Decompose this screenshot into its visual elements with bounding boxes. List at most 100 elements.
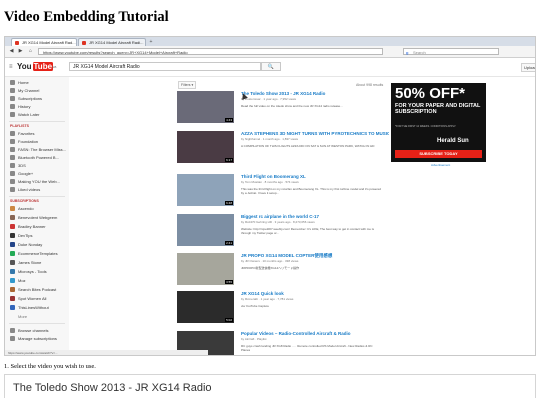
sidebar-playlist-item[interactable]: Google+ xyxy=(10,170,33,178)
manage-subscriptions-link[interactable]: Manage subscriptions xyxy=(10,335,57,343)
youtube-search-input[interactable]: JR XG14 Model Aircraft Radio xyxy=(69,62,261,71)
sidebar-subscription-item[interactable]: Search Bites Podcast xyxy=(10,286,56,294)
video-duration: 5:02 xyxy=(225,318,233,322)
video-title-link[interactable]: Biggest rc airplane in the world C-17 xyxy=(241,214,389,219)
video-description: JRPROPO新型送信機XG14ヘリモード操作 xyxy=(241,266,300,270)
browser-tab-2[interactable]: JR XG14 Model Aircraft Radi... xyxy=(78,38,146,46)
sidebar-subscription-item[interactable]: Microsys - Tools xyxy=(10,268,47,276)
sidebar-divider xyxy=(9,121,65,122)
back-button[interactable]: ◀ xyxy=(8,48,15,55)
new-tab-button[interactable]: + xyxy=(147,39,155,45)
video-thumbnail[interactable]: 2:41 xyxy=(177,214,234,246)
video-title-link[interactable]: AZZA STEPHENS 3D NIGHT TURNS WITH PYROTE… xyxy=(241,131,389,136)
sidebar-item-my-channel[interactable]: My Channel xyxy=(10,87,39,95)
search-result-item[interactable]: 5:02 JR XG14 Quick look by Rcmeratb · 1 ye… xyxy=(177,291,389,327)
sidebar-item-subscriptions[interactable]: Subscriptions xyxy=(10,95,42,103)
youtube-favicon-icon xyxy=(15,40,19,45)
video-description: via YouTube Capture xyxy=(241,304,269,308)
video-thumbnail[interactable]: 6:17 xyxy=(177,131,234,163)
channel-avatar-icon xyxy=(10,215,15,220)
history-icon xyxy=(10,104,15,109)
sidebar-subscription-item[interactable]: Ascendo xyxy=(10,205,34,213)
upload-button[interactable]: Upload xyxy=(521,63,535,72)
video-title-link[interactable]: Third Flight on Boomerang XL xyxy=(241,174,389,179)
advertisement-banner[interactable]: 50% OFF* FOR YOUR PAPER AND DIGITAL SUBS… xyxy=(391,83,486,162)
playlist-icon xyxy=(10,187,15,192)
video-description: Website: http://rcpet007.weebly.com/ Rem… xyxy=(241,227,374,235)
sidebar-playlist-item[interactable]: Foundation xyxy=(10,138,38,146)
browser-search-box[interactable]: g Search xyxy=(403,47,499,55)
video-description: Read the full video on the toledo show a… xyxy=(241,104,343,108)
channel-avatar-icon xyxy=(10,278,15,283)
sidebar-subscription-item[interactable]: Benevolent Webgeem xyxy=(10,214,57,222)
forward-button[interactable]: ▶ xyxy=(17,48,24,55)
sidebar-subscription-item[interactable]: Spot Women All xyxy=(10,295,46,303)
sidebar-item-home[interactable]: Home xyxy=(10,79,29,87)
sidebar-subscription-item[interactable]: DevTips xyxy=(10,232,33,240)
spacer-icon xyxy=(10,314,15,319)
video-thumbnail[interactable]: 3:55 xyxy=(177,253,234,285)
sidebar-subscription-item[interactable]: James Stone xyxy=(10,259,41,267)
ad-subscribe-button[interactable]: SUBSCRIBE TODAY xyxy=(395,150,482,158)
video-title-link[interactable]: The Toledo Show 2013 - JR XG14 Radio xyxy=(241,91,389,96)
subscriptions-heading: SUBSCRIPTIONS xyxy=(10,199,39,203)
sidebar-playlist-item[interactable]: Liked videos xyxy=(10,186,40,194)
sidebar-subscription-item[interactable]: EcommerceTemplates xyxy=(10,250,58,258)
sidebar-divider xyxy=(9,323,65,324)
playlist-icon xyxy=(10,163,15,168)
ad-headline: 50% OFF* xyxy=(395,85,466,102)
video-title-link[interactable]: Popular Videos – Radio-Controlled Aircra… xyxy=(241,331,389,336)
embedded-video-title[interactable]: The Toledo Show 2013 - JR XG14 Radio xyxy=(13,382,212,394)
video-duration: 2:41 xyxy=(225,241,233,245)
filters-button[interactable]: Filters ▾ xyxy=(178,81,197,89)
country-code: GB xyxy=(52,65,57,69)
step-caption: 1. Select the video you wish to use. xyxy=(4,363,96,370)
video-thumbnail[interactable]: 5:02 xyxy=(177,291,234,323)
sidebar-more-link[interactable]: More xyxy=(10,313,27,321)
search-result-item[interactable]: Popular Videos – Radio-Controlled Aircra… xyxy=(177,331,389,355)
video-meta: by Aircraft · Playlist xyxy=(241,337,267,341)
search-result-item[interactable]: 6:17 AZZA STEPHENS 3D NIGHT TURNS WITH PY… xyxy=(177,131,389,167)
guide-menu-icon[interactable]: ≡ xyxy=(9,64,13,70)
youtube-logo[interactable]: You Tube xyxy=(17,62,54,71)
video-thumbnail[interactable]: 4:43 xyxy=(177,91,234,123)
sidebar-playlist-item[interactable]: Favorites xyxy=(10,130,34,138)
channel-avatar-icon xyxy=(10,233,15,238)
home-button[interactable]: ⌂ xyxy=(27,48,34,55)
sidebar-subscription-item[interactable]: Bradley Banner xyxy=(10,223,46,231)
sidebar-playlist-item[interactable]: FASN: The Browser Miss... xyxy=(10,146,66,154)
ad-subheadline: FOR YOUR PAPER AND DIGITAL SUBSCRIPTION xyxy=(395,103,481,115)
playlist-icon xyxy=(10,131,15,136)
search-result-item[interactable]: 4:43 The Toledo Show 2013 - JR XG14 Radio… xyxy=(177,91,389,127)
playlist-icon xyxy=(10,139,15,144)
sidebar-item-watch-later[interactable]: Watch Later xyxy=(10,111,39,119)
page-title: Video Embedding Tutorial xyxy=(4,9,169,25)
manage-subscriptions-icon xyxy=(10,336,15,341)
channel-avatar-icon xyxy=(10,296,15,301)
playlist-icon xyxy=(10,155,15,160)
video-thumbnail[interactable]: 6:48 xyxy=(177,174,234,206)
sidebar-playlist-item[interactable]: 3DS xyxy=(10,162,26,170)
browse-channels-link[interactable]: Browse channels xyxy=(10,327,48,335)
sidebar-playlist-item[interactable]: Bluetooth Powered B... xyxy=(10,154,59,162)
playlist-icon xyxy=(10,147,15,152)
sidebar-subscription-item[interactable]: ThisLinesWithout xyxy=(10,304,49,312)
browser-tab-1[interactable]: JR XG14 Model Aircraft Rad... xyxy=(11,38,77,46)
playlist-icon xyxy=(10,171,15,176)
video-title-link[interactable]: JR XG14 Quick look xyxy=(241,291,389,296)
sidebar-item-history[interactable]: History xyxy=(10,103,30,111)
browser-status-bar: https://www.youtube.com/watch?v=... xyxy=(5,350,208,355)
video-meta: by Rcmeratb · 1 year ago · 7,781 views xyxy=(241,297,294,301)
sidebar-subscription-item[interactable]: Duke Nonday xyxy=(10,241,42,249)
sidebar-subscription-item[interactable]: Moz xyxy=(10,277,26,285)
video-duration: 6:17 xyxy=(225,158,233,162)
channel-avatar-icon xyxy=(10,287,15,292)
search-result-item[interactable]: 6:48 Third Flight on Boomerang XL by Tom M… xyxy=(177,174,389,210)
youtube-favicon-icon xyxy=(82,40,86,45)
youtube-search-button[interactable]: 🔍 xyxy=(261,62,281,71)
address-bar[interactable]: https://www.youtube.com/results?search_q… xyxy=(38,47,383,55)
search-result-item[interactable]: 2:41 Biggest rc airplane in the world C-1… xyxy=(177,214,389,250)
ad-label[interactable]: Advertisement xyxy=(431,163,450,167)
sidebar-playlist-item[interactable]: Making YOU the Web... xyxy=(10,178,60,186)
search-result-item[interactable]: 3:55 JR PROPO XG14 MODEL COPTER使用感想 by JR … xyxy=(177,253,389,289)
